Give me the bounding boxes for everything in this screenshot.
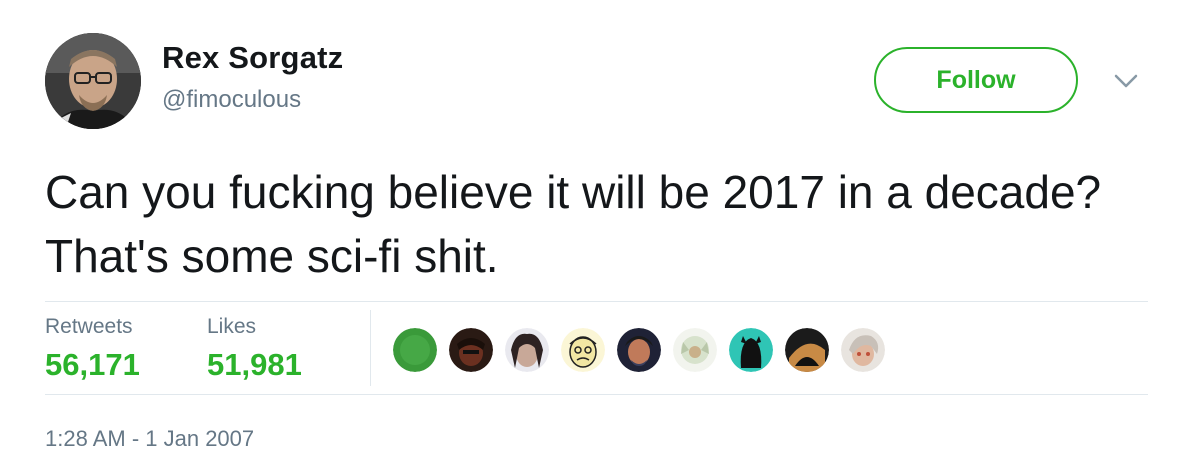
liker-avatar-icon[interactable] xyxy=(783,326,831,374)
author-name[interactable]: Rex Sorgatz xyxy=(162,40,343,76)
retweets-count: 56,171 xyxy=(45,347,140,382)
tweet-timestamp[interactable]: 1:28 AM - 1 Jan 2007 xyxy=(45,426,254,452)
likes-label: Likes xyxy=(207,315,257,338)
author-avatar[interactable] xyxy=(45,33,141,129)
liker-avatar-icon[interactable] xyxy=(839,326,887,374)
likes-stat[interactable]: Likes 51,981 xyxy=(207,315,302,383)
liker-avatar-icon[interactable] xyxy=(391,326,439,374)
liker-avatar-icon[interactable] xyxy=(447,326,495,374)
liker-avatar-icon[interactable] xyxy=(503,326,551,374)
follow-button[interactable]: Follow xyxy=(874,47,1078,113)
chevron-down-icon[interactable] xyxy=(1113,72,1139,90)
stats-divider-top xyxy=(45,301,1148,302)
retweets-label: Retweets xyxy=(45,315,133,338)
profile-photo-icon xyxy=(45,33,141,129)
retweets-stat[interactable]: Retweets 56,171 xyxy=(45,315,140,383)
liker-avatar-icon[interactable] xyxy=(671,326,719,374)
tweet-text: Can you fucking believe it will be 2017 … xyxy=(45,166,1102,282)
stats-separator xyxy=(370,310,371,386)
liker-avatar-icon[interactable] xyxy=(615,326,663,374)
stats-divider-bottom xyxy=(45,394,1148,395)
liker-avatars xyxy=(391,326,895,376)
liker-avatar-icon[interactable] xyxy=(559,326,607,374)
likes-count: 51,981 xyxy=(207,347,302,382)
author-handle[interactable]: @fimoculous xyxy=(162,86,301,114)
liker-avatar-icon[interactable] xyxy=(727,326,775,374)
